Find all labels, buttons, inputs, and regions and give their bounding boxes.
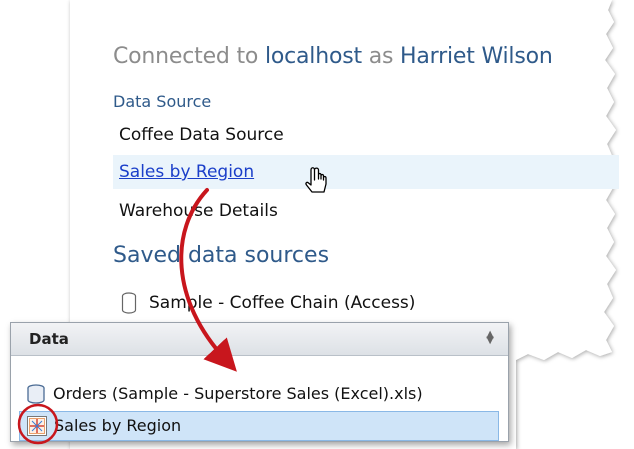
connected-to-label: Connected to	[113, 44, 259, 69]
data-source-item-label: Sales by Region	[119, 162, 255, 182]
data-pane-row-label: Orders (Sample - Superstore Sales (Excel…	[53, 384, 423, 403]
data-pane-row-orders[interactable]: Orders (Sample - Superstore Sales (Excel…	[19, 379, 499, 409]
sort-arrows-icon[interactable]: ▲ ▼	[486, 330, 494, 346]
data-pane: Data ▲ ▼ Orders (Sample - Superstore Sale…	[10, 322, 509, 442]
data-source-heading: Data Source	[113, 92, 212, 111]
data-source-item-label: Warehouse Details	[119, 201, 278, 221]
data-pane-header: Data ▲ ▼	[11, 323, 508, 356]
data-pane-title: Data	[29, 330, 69, 348]
data-source-item-coffee[interactable]: Coffee Data Source	[113, 118, 284, 152]
connection-status: Connected to localhost as Harriet Wilson	[113, 44, 553, 69]
database-cylinder-icon	[121, 292, 137, 314]
server-name: localhost	[264, 44, 362, 69]
user-name: Harriet Wilson	[400, 44, 553, 69]
saved-data-sources-heading: Saved data sources	[113, 243, 330, 268]
data-pane-row-label: Sales by Region	[54, 416, 182, 435]
as-label: as	[368, 44, 394, 69]
data-source-item-warehouse[interactable]: Warehouse Details	[113, 194, 278, 228]
data-source-item-sales-by-region[interactable]: Sales by Region	[113, 155, 619, 189]
database-cylinder-icon	[27, 384, 45, 404]
data-source-item-label: Coffee Data Source	[119, 125, 284, 145]
data-pane-row-sales-by-region[interactable]: Sales by Region	[19, 411, 499, 441]
published-data-source-icon	[27, 416, 47, 436]
saved-data-source-item[interactable]: Sample - Coffee Chain (Access)	[121, 288, 415, 318]
saved-data-source-label: Sample - Coffee Chain (Access)	[149, 293, 416, 313]
